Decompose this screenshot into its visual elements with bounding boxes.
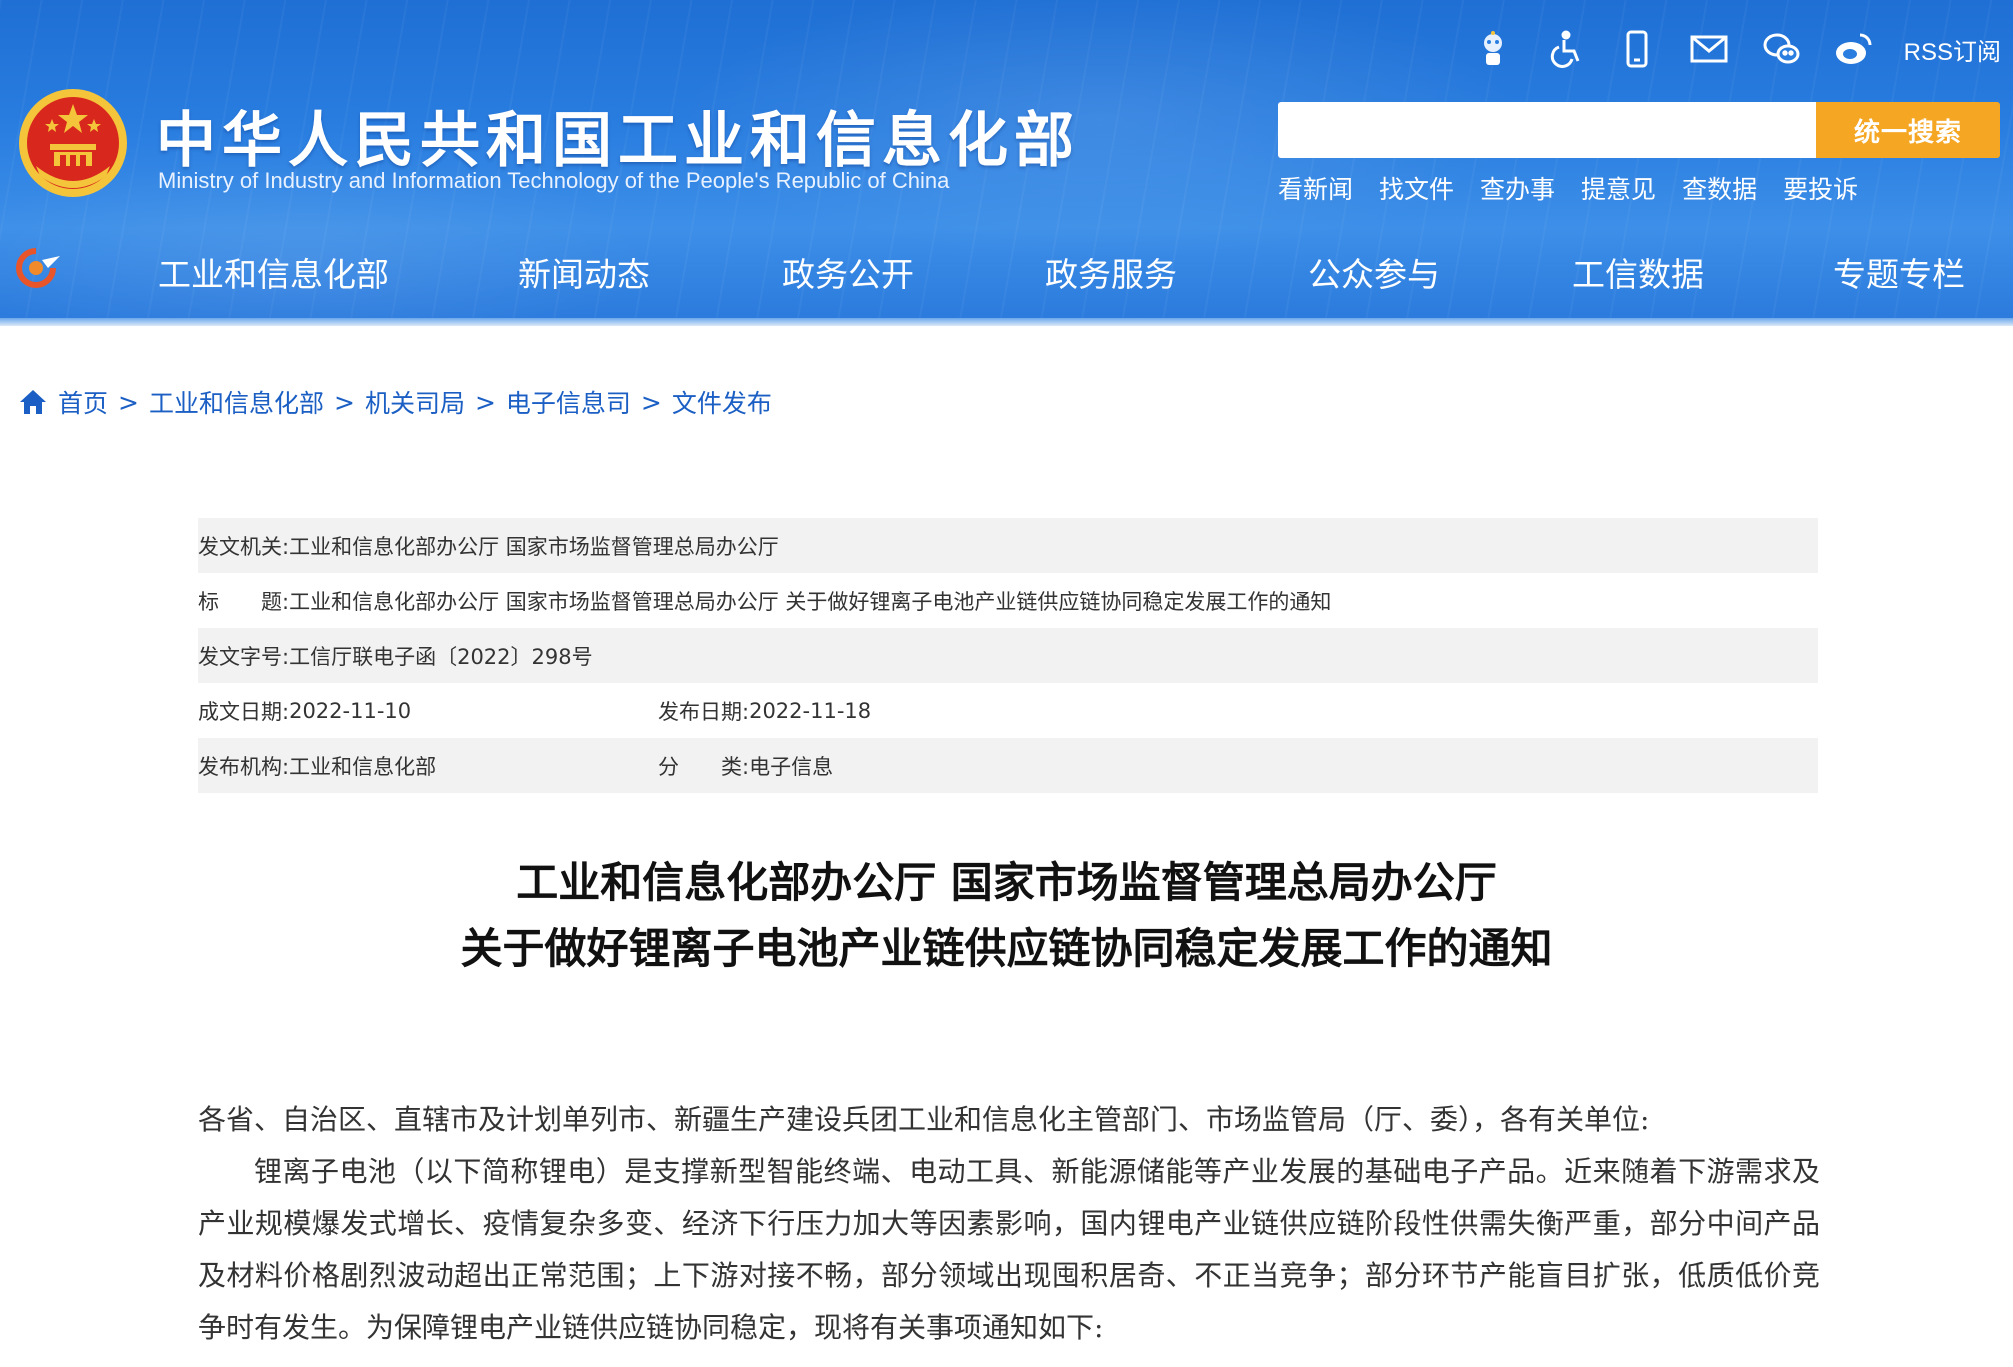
ministry-logo-icon[interactable] — [14, 246, 64, 290]
breadcrumb-separator: > — [118, 387, 139, 417]
breadcrumb-file-release[interactable]: 文件发布 — [672, 384, 772, 420]
meta-doc-number-label: 发文字号: — [198, 644, 290, 669]
weibo-icon[interactable] — [1832, 28, 1874, 70]
robot-assistant-icon[interactable] — [1472, 28, 1514, 70]
breadcrumb-separator: > — [333, 387, 355, 417]
meta-title-value: 工业和信息化部办公厅 国家市场监督管理总局办公厅 关于做好锂离子电池产业链供应链… — [289, 589, 1332, 614]
meta-doc-number-value: 工信厅联电子函〔2022〕298号 — [289, 644, 593, 669]
meta-issuer-value: 工业和信息化部办公厅 国家市场监督管理总局办公厅 — [289, 534, 779, 559]
site-header: 中华人民共和国工业和信息化部 Ministry of Industry and … — [0, 0, 2013, 326]
search-button[interactable]: 统一搜索 — [1816, 102, 2000, 158]
document-salutation: 各省、自治区、直辖市及计划单列市、新疆生产建设兵团工业和信息化主管部门、市场监管… — [198, 1103, 1650, 1136]
meta-row-dates: 成文日期: 2022-11-10 发布日期: 2022-11-18 — [198, 683, 1818, 738]
quick-link-news[interactable]: 看新闻 — [1278, 170, 1353, 206]
breadcrumb-home[interactable]: 首页 — [58, 384, 108, 420]
national-emblem-icon — [19, 89, 127, 197]
document-body: 各省、自治区、直辖市及计划单列市、新疆生产建设兵团工业和信息化主管部门、市场监管… — [198, 1094, 1820, 1354]
search-input[interactable] — [1278, 102, 1816, 158]
quick-link-feedback[interactable]: 提意见 — [1581, 170, 1656, 206]
meta-row-issuer: 发文机关: 工业和信息化部办公厅 国家市场监督管理总局办公厅 — [198, 518, 1818, 573]
document-paragraph: 锂离子电池（以下简称锂电）是支撑新型智能终端、电动工具、新能源储能等产业发展的基… — [198, 1155, 1820, 1344]
header-divider — [0, 318, 2013, 326]
nav-item-government-services[interactable]: 政务服务 — [1045, 248, 1177, 296]
nav-item-public-participation[interactable]: 公众参与 — [1308, 248, 1440, 296]
meta-written-date-cell: 成文日期: 2022-11-10 — [198, 696, 411, 726]
breadcrumb-separator: > — [640, 387, 662, 417]
nav-item-ministry[interactable]: 工业和信息化部 — [158, 248, 389, 296]
meta-published-date-value: 2022-11-18 — [749, 698, 872, 723]
meta-row-agency-category: 发布机构: 工业和信息化部 分 类: 电子信息 — [198, 738, 1818, 793]
mobile-icon[interactable] — [1616, 28, 1658, 70]
document-title-line1: 工业和信息化部办公厅 国家市场监督管理总局办公厅 — [516, 858, 1497, 907]
meta-written-date-value: 2022-11-10 — [289, 698, 412, 723]
nav-item-news[interactable]: 新闻动态 — [518, 248, 650, 296]
mail-icon[interactable] — [1688, 28, 1730, 70]
rss-link[interactable]: RSS订阅 — [1904, 32, 2001, 67]
meta-title-label: 标 题: — [198, 589, 290, 614]
breadcrumb: 首页 > 工业和信息化部 > 机关司局 > 电子信息司 > 文件发布 — [18, 384, 772, 420]
meta-agency-label: 发布机构: — [198, 754, 290, 779]
nav-item-government-info[interactable]: 政务公开 — [782, 248, 914, 296]
meta-issuer-label: 发文机关: — [198, 534, 290, 559]
home-icon[interactable] — [18, 387, 48, 417]
quick-link-services[interactable]: 查办事 — [1480, 170, 1555, 206]
breadcrumb-departments[interactable]: 机关司局 — [365, 384, 465, 420]
site-title[interactable]: 中华人民共和国工业和信息化部 — [156, 92, 1080, 179]
meta-category-value: 电子信息 — [749, 754, 834, 779]
meta-category-label: 分 类: — [658, 754, 750, 779]
document-title: 工业和信息化部办公厅 国家市场监督管理总局办公厅 关于做好锂离子电池产业链供应链… — [0, 850, 2013, 982]
quick-link-files[interactable]: 找文件 — [1379, 170, 1454, 206]
accessibility-icon[interactable] — [1544, 28, 1586, 70]
quick-link-complaint[interactable]: 要投诉 — [1783, 170, 1858, 206]
meta-row-title: 标 题: 工业和信息化部办公厅 国家市场监督管理总局办公厅 关于做好锂离子电池产… — [198, 573, 1818, 628]
nav-item-topics[interactable]: 专题专栏 — [1833, 248, 1965, 296]
meta-category-cell: 分 类: 电子信息 — [658, 751, 833, 781]
quick-link-data[interactable]: 查数据 — [1682, 170, 1757, 206]
meta-agency-cell: 发布机构: 工业和信息化部 — [198, 751, 436, 781]
meta-written-date-label: 成文日期: — [198, 699, 290, 724]
breadcrumb-ministry[interactable]: 工业和信息化部 — [149, 384, 324, 420]
document-meta-table: 发文机关: 工业和信息化部办公厅 国家市场监督管理总局办公厅 标 题: 工业和信… — [198, 518, 1818, 793]
breadcrumb-separator: > — [474, 387, 496, 417]
meta-row-doc-number: 发文字号: 工信厅联电子函〔2022〕298号 — [198, 628, 1818, 683]
site-subtitle: Ministry of Industry and Information Tec… — [158, 168, 950, 193]
document-title-line2: 关于做好锂离子电池产业链供应链协同稳定发展工作的通知 — [460, 924, 1553, 973]
meta-published-date-label: 发布日期: — [658, 699, 750, 724]
meta-agency-value: 工业和信息化部 — [289, 754, 437, 779]
meta-published-date-cell: 发布日期: 2022-11-18 — [658, 696, 871, 726]
wechat-icon[interactable] — [1760, 28, 1802, 70]
quick-links: 看新闻 找文件 查办事 提意见 查数据 要投诉 — [1278, 170, 1858, 206]
nav-item-data[interactable]: 工信数据 — [1572, 248, 1704, 296]
breadcrumb-electronics-dept[interactable]: 电子信息司 — [506, 384, 631, 420]
header-tools: RSS订阅 — [1472, 28, 2001, 70]
main-nav: 工业和信息化部 新闻动态 政务公开 政务服务 公众参与 工信数据 专题专栏 — [112, 244, 2012, 296]
